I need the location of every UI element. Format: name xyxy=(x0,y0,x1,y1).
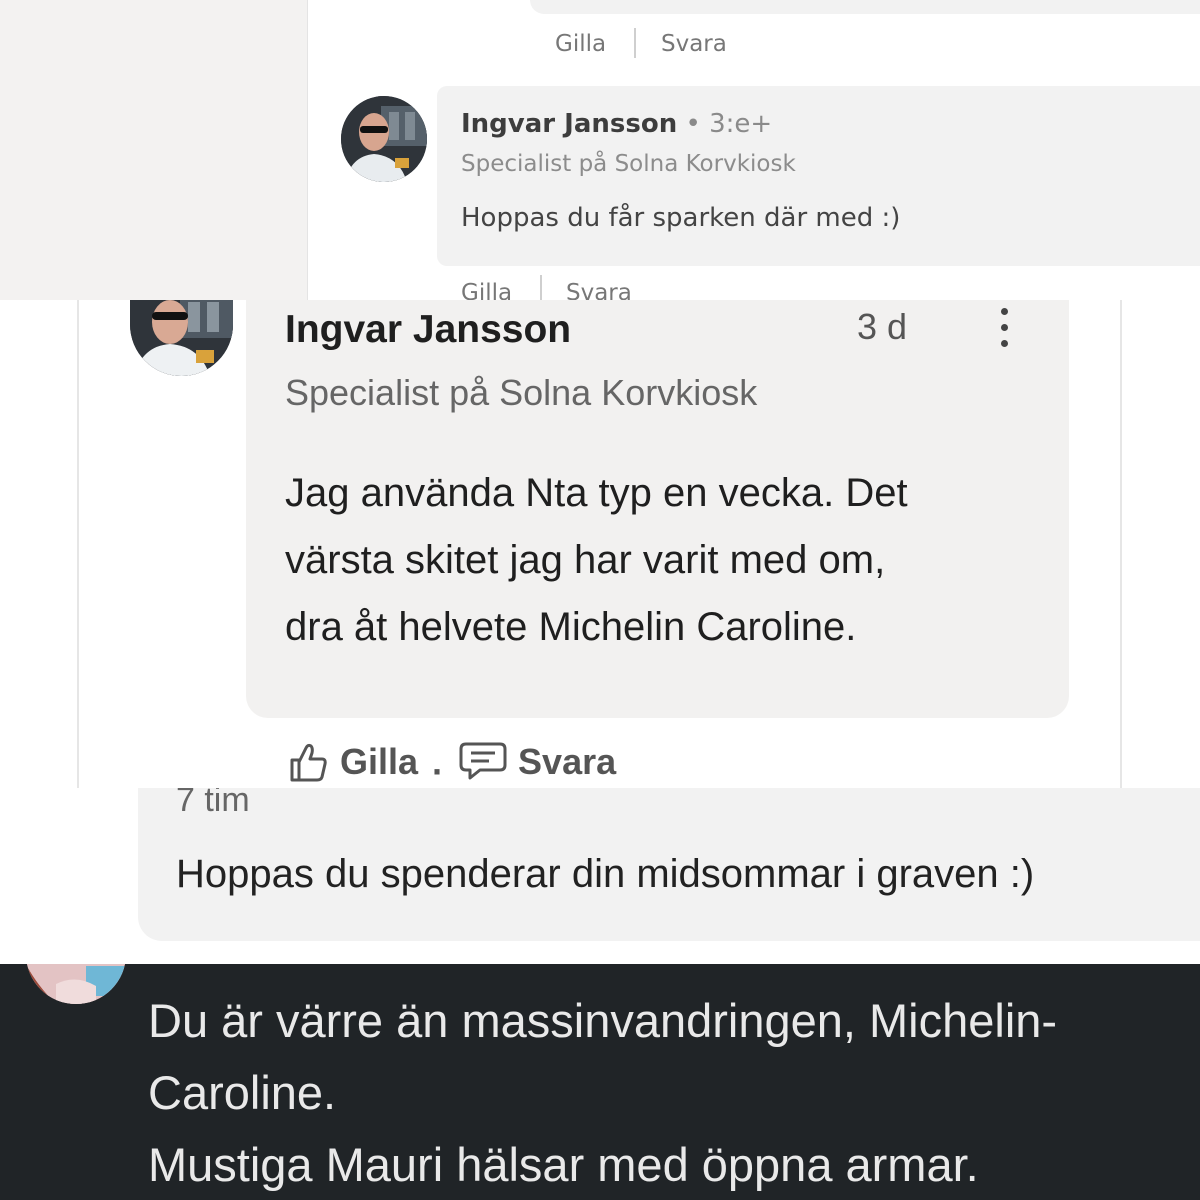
thread-line-right xyxy=(1120,300,1122,788)
reply-button[interactable]: Svara xyxy=(661,31,727,57)
thread-line-left xyxy=(77,300,79,788)
avatar-photo xyxy=(26,964,126,1004)
comment-timestamp: 7 tim xyxy=(176,788,250,819)
previous-comment-bubble xyxy=(530,0,1200,14)
comment-line: Jag använda Nta typ en vecka. Det xyxy=(285,471,908,515)
comment-actions: Gilla · Svara xyxy=(286,740,616,788)
avatar[interactable] xyxy=(130,300,233,376)
avatar[interactable] xyxy=(26,964,126,1004)
comment-line: dra åt helvete Michelin Caroline. xyxy=(285,605,857,649)
comment-line: Du är värre än massinvandringen, Micheli… xyxy=(148,994,1058,1047)
comment-line: Mustiga Mauri hälsar med öppna armar. xyxy=(148,1138,979,1191)
avatar-photo xyxy=(341,96,427,182)
comment-line: Caroline. xyxy=(148,1066,337,1119)
comment-text: Jag använda Nta typ en vecka. Det värsta… xyxy=(285,460,1045,661)
action-divider xyxy=(540,275,542,300)
author-name[interactable]: Ingvar Jansson xyxy=(285,308,571,352)
reply-button[interactable]: Svara xyxy=(458,740,616,784)
screenshot-panel-dark: Du är värre än massinvandringen, Micheli… xyxy=(0,964,1200,1200)
author-headline: Specialist på Solna Korvkiosk xyxy=(285,372,758,413)
like-button[interactable]: Gilla xyxy=(286,740,418,784)
comment-text: Hoppas du spenderar din midsommar i grav… xyxy=(176,852,1035,896)
comment-author-line: Ingvar Jansson • 3:e+ xyxy=(461,109,772,139)
separator-dot: • xyxy=(685,109,701,139)
screenshot-panel-reply: 7 tim Hoppas du spenderar din midsommar … xyxy=(0,788,1200,964)
comment-text: Du är värre än massinvandringen, Micheli… xyxy=(148,985,1188,1200)
reply-label: Svara xyxy=(518,741,617,782)
avatar[interactable] xyxy=(341,96,427,182)
more-vertical-icon[interactable] xyxy=(995,308,1013,354)
action-divider xyxy=(634,28,636,58)
screenshot-panel-desktop: Gilla Svara Ingvar Jansson • 3:e+ Specia… xyxy=(0,0,1200,300)
comment-text: Hoppas du får sparken där med :) xyxy=(461,203,901,233)
author-headline: Specialist på Solna Korvkiosk xyxy=(461,151,796,177)
like-label: Gilla xyxy=(340,741,419,782)
like-button[interactable]: Gilla xyxy=(461,280,512,300)
reply-button[interactable]: Svara xyxy=(566,280,632,300)
comment-line: värsta skitet jag har varit med om, xyxy=(285,538,886,582)
like-button[interactable]: Gilla xyxy=(555,31,606,57)
comment-timestamp: 3 d xyxy=(857,306,908,347)
screenshot-panel-mobile: Ingvar Jansson 3 d Specialist på Solna K… xyxy=(0,300,1200,788)
separator-dot: · xyxy=(432,751,445,788)
speech-bubble-icon xyxy=(459,742,507,780)
thumbs-up-icon xyxy=(290,743,327,782)
author-name[interactable]: Ingvar Jansson xyxy=(461,109,677,139)
avatar-photo xyxy=(130,300,233,376)
connection-degree: 3:e+ xyxy=(709,109,773,139)
